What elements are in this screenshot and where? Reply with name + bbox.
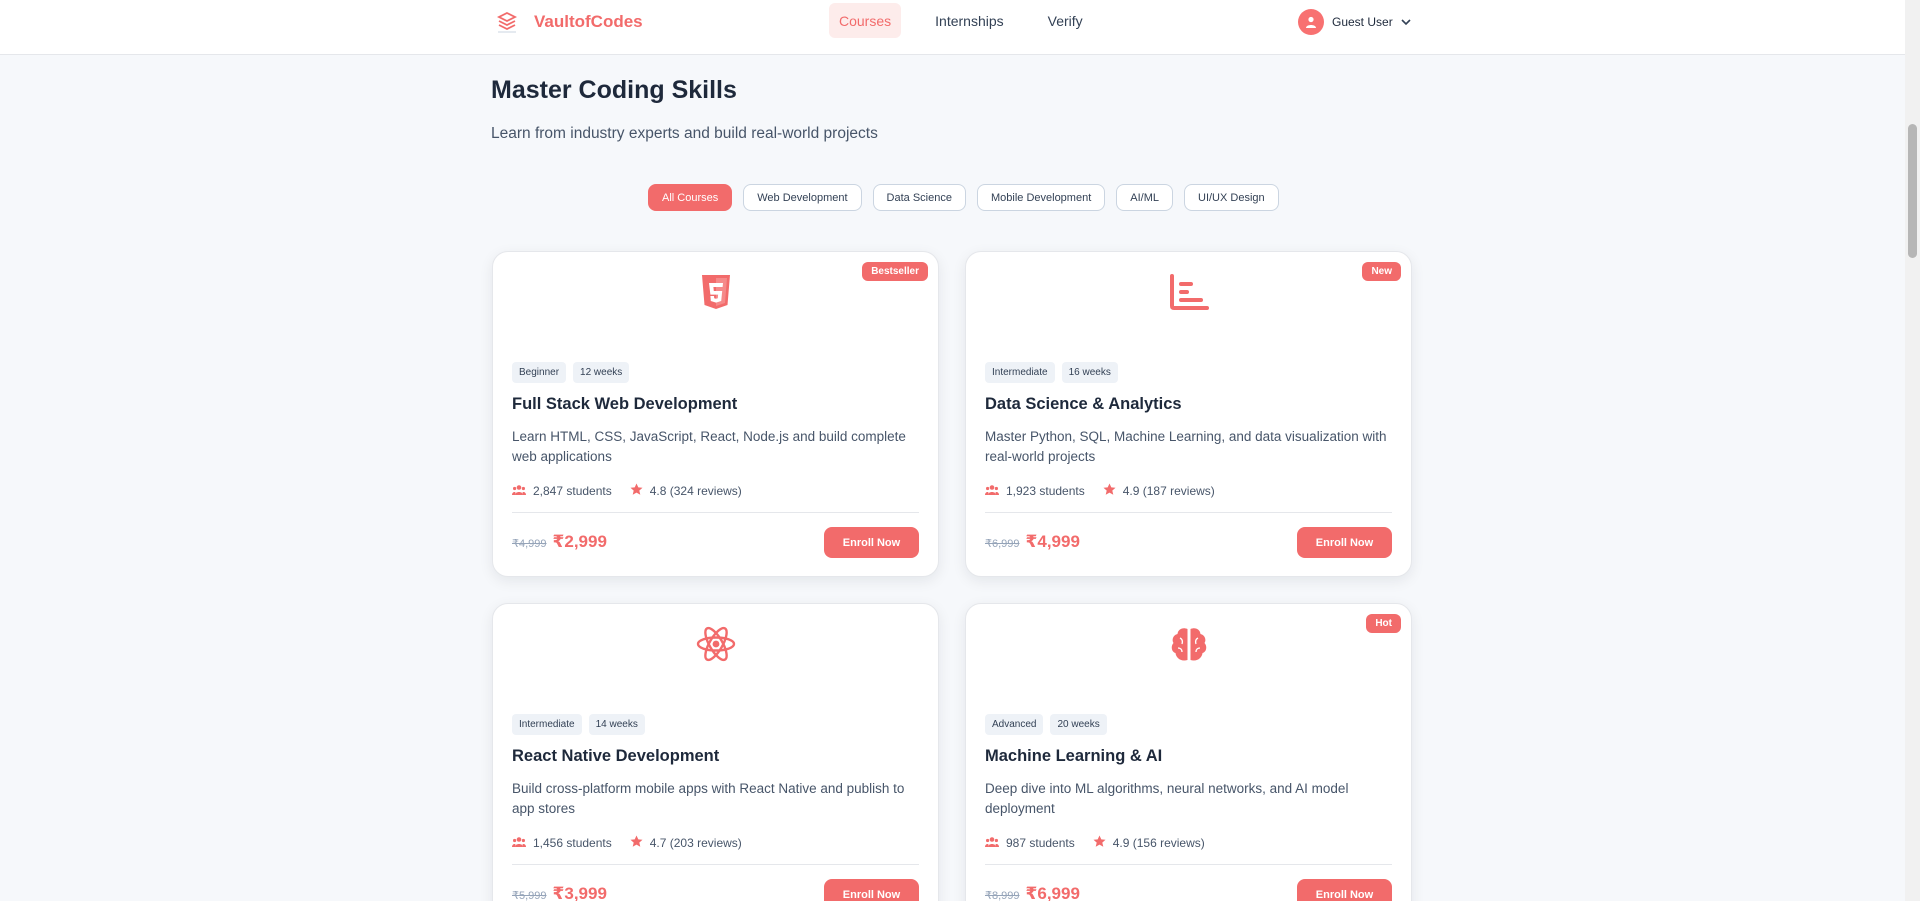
enroll-button[interactable]: Enroll Now bbox=[1297, 527, 1392, 558]
page-subtitle: Learn from industry experts and build re… bbox=[491, 125, 878, 142]
card-divider bbox=[985, 864, 1392, 865]
course-card[interactable]: Bestseller Beginner 12 weeks Full Stack … bbox=[492, 251, 939, 577]
original-price: ₹6,999 bbox=[985, 538, 1020, 550]
duration-tag: 20 weeks bbox=[1050, 714, 1107, 735]
star-icon bbox=[630, 835, 643, 851]
student-count: 987 students bbox=[1006, 836, 1075, 850]
original-price: ₹8,999 bbox=[985, 890, 1020, 901]
student-count: 1,923 students bbox=[1006, 484, 1085, 498]
course-description: Deep dive into ML algorithms, neural net… bbox=[985, 781, 1349, 816]
filter-ai-ml[interactable]: AI/ML bbox=[1116, 184, 1173, 211]
course-description: Learn HTML, CSS, JavaScript, React, Node… bbox=[512, 429, 906, 464]
course-card[interactable]: Hot Advanced 20 weeks Machine Learning &… bbox=[965, 603, 1412, 901]
duration-tag: 16 weeks bbox=[1061, 362, 1118, 383]
nav-courses[interactable]: Courses bbox=[829, 3, 902, 38]
users-icon bbox=[985, 484, 999, 499]
page-title: Master Coding Skills bbox=[491, 76, 737, 104]
user-name: Guest User bbox=[1332, 15, 1393, 29]
enroll-button[interactable]: Enroll Now bbox=[824, 879, 919, 901]
filter-mobile-development[interactable]: Mobile Development bbox=[976, 184, 1106, 211]
filter-web-development[interactable]: Web Development bbox=[743, 184, 862, 211]
discounted-price: ₹6,999 bbox=[1025, 884, 1080, 901]
level-tag: Intermediate bbox=[512, 714, 582, 735]
level-tag: Advanced bbox=[985, 714, 1044, 735]
users-icon bbox=[512, 484, 526, 499]
filter-ui-ux-design[interactable]: UI/UX Design bbox=[1184, 184, 1279, 211]
course-title: Full Stack Web Development bbox=[512, 395, 738, 413]
duration-tag: 12 weeks bbox=[573, 362, 630, 383]
original-price: ₹4,999 bbox=[512, 538, 547, 550]
level-tag: Intermediate bbox=[985, 362, 1055, 383]
card-divider bbox=[512, 864, 919, 865]
card-divider bbox=[512, 512, 919, 513]
course-title: Data Science & Analytics bbox=[985, 395, 1182, 413]
star-icon bbox=[1093, 835, 1106, 851]
course-title: Machine Learning & AI bbox=[985, 747, 1163, 765]
course-rating: 4.7 (203 reviews) bbox=[649, 836, 742, 850]
filter-all-courses[interactable]: All Courses bbox=[648, 184, 733, 211]
discounted-price: ₹4,999 bbox=[1025, 532, 1080, 551]
course-card[interactable]: Intermediate 14 weeks React Native Devel… bbox=[492, 603, 939, 901]
level-tag: Beginner bbox=[512, 362, 567, 383]
scrollbar-thumb[interactable] bbox=[1908, 124, 1917, 258]
student-count: 2,847 students bbox=[533, 484, 612, 498]
course-rating: 4.8 (324 reviews) bbox=[649, 484, 742, 498]
html5-icon bbox=[493, 274, 938, 310]
course-rating: 4.9 (156 reviews) bbox=[1112, 836, 1205, 850]
discounted-price: ₹2,999 bbox=[552, 532, 607, 551]
nav-internships[interactable]: Internships bbox=[925, 3, 1013, 38]
user-menu[interactable]: Guest User bbox=[1298, 9, 1411, 35]
card-divider bbox=[985, 512, 1392, 513]
course-tags: Beginner 12 weeks bbox=[512, 362, 630, 383]
duration-tag: 14 weeks bbox=[588, 714, 645, 735]
nav-verify[interactable]: Verify bbox=[1038, 3, 1093, 38]
users-icon bbox=[512, 836, 526, 851]
star-icon bbox=[1103, 483, 1116, 499]
page-scrollbar[interactable] bbox=[1905, 0, 1920, 901]
chevron-down-icon bbox=[1401, 13, 1411, 31]
react-icon bbox=[493, 626, 938, 662]
main-nav: Courses Internships Verify bbox=[829, 3, 1093, 38]
brand-logo-icon bbox=[494, 10, 520, 34]
discounted-price: ₹3,999 bbox=[552, 884, 607, 901]
original-price: ₹5,999 bbox=[512, 890, 547, 901]
course-price: ₹5,999 ₹3,999 bbox=[512, 884, 607, 901]
course-description: Master Python, SQL, Machine Learning, an… bbox=[985, 429, 1387, 464]
brand[interactable]: VaultofCodes bbox=[494, 10, 643, 34]
enroll-button[interactable]: Enroll Now bbox=[824, 527, 919, 558]
top-navbar: VaultofCodes Courses Internships Verify … bbox=[0, 0, 1905, 55]
brain-icon bbox=[966, 626, 1411, 664]
brand-name: VaultofCodes bbox=[534, 12, 643, 31]
course-price: ₹8,999 ₹6,999 bbox=[985, 884, 1080, 901]
user-avatar-icon bbox=[1298, 9, 1324, 35]
chart-bar-icon bbox=[966, 274, 1411, 310]
course-title: React Native Development bbox=[512, 747, 720, 765]
enroll-button[interactable]: Enroll Now bbox=[1297, 879, 1392, 901]
course-card[interactable]: New Intermediate 16 weeks Data Science &… bbox=[965, 251, 1412, 577]
course-meta: 1,923 students 4.9 (187 reviews) bbox=[985, 483, 1233, 499]
student-count: 1,456 students bbox=[533, 836, 612, 850]
star-icon bbox=[630, 483, 643, 499]
filter-data-science[interactable]: Data Science bbox=[872, 184, 966, 211]
course-meta: 987 students 4.9 (156 reviews) bbox=[985, 835, 1223, 851]
course-tags: Intermediate 14 weeks bbox=[512, 714, 645, 735]
category-filters: All Courses Web Development Data Science… bbox=[648, 184, 1279, 211]
course-tags: Advanced 20 weeks bbox=[985, 714, 1107, 735]
users-icon bbox=[985, 836, 999, 851]
course-tags: Intermediate 16 weeks bbox=[985, 362, 1118, 383]
course-rating: 4.9 (187 reviews) bbox=[1122, 484, 1215, 498]
course-meta: 1,456 students 4.7 (203 reviews) bbox=[512, 835, 760, 851]
course-description: Build cross-platform mobile apps with Re… bbox=[512, 781, 905, 816]
course-meta: 2,847 students 4.8 (324 reviews) bbox=[512, 483, 760, 499]
course-price: ₹4,999 ₹2,999 bbox=[512, 532, 607, 552]
course-price: ₹6,999 ₹4,999 bbox=[985, 532, 1080, 552]
